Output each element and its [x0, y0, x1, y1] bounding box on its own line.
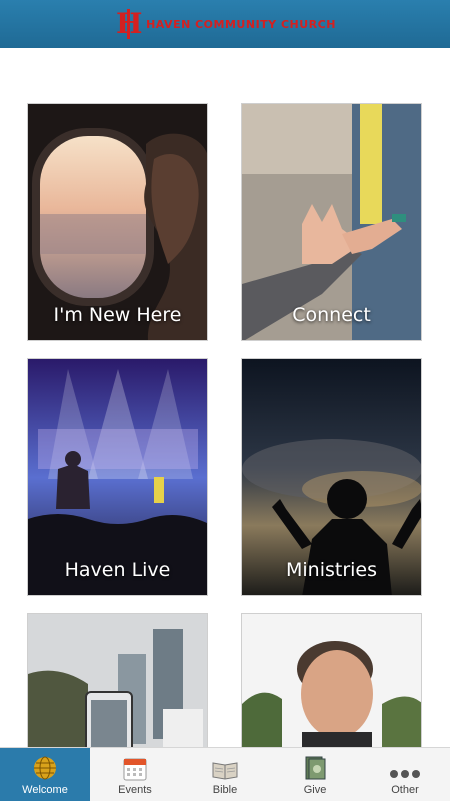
- church-logo: H HAVEN COMMUNITY CHURCH: [114, 7, 336, 41]
- logo-mark-icon: H: [116, 7, 142, 40]
- tab-give[interactable]: Give: [270, 748, 360, 801]
- pastor-photo: [242, 614, 421, 752]
- church-name: HAVEN COMMUNITY CHURCH: [146, 17, 336, 31]
- globe-icon: [34, 756, 56, 780]
- phone-photo: [28, 614, 207, 752]
- bottom-tab-bar: Welcome Events Bible Give Other: [0, 747, 450, 801]
- tab-welcome[interactable]: Welcome: [0, 748, 90, 801]
- tile-label: Ministries: [285, 559, 378, 581]
- tile-pastor[interactable]: [241, 613, 422, 753]
- tile-label: Connect: [292, 304, 371, 326]
- more-icon: [390, 770, 420, 778]
- tab-label: Other: [391, 784, 419, 796]
- tile-ministries[interactable]: Ministries: [241, 358, 422, 596]
- tab-label: Bible: [212, 784, 238, 796]
- tile-phone[interactable]: [27, 613, 208, 753]
- tab-bible[interactable]: Bible: [180, 748, 270, 801]
- tile-connect[interactable]: Connect: [241, 103, 422, 341]
- tile-new-here[interactable]: I'm New Here: [27, 103, 208, 341]
- tab-other[interactable]: Other: [360, 748, 450, 801]
- tab-label: Events: [118, 784, 152, 796]
- tab-label: Welcome: [22, 784, 68, 796]
- calendar-icon: [123, 758, 147, 781]
- app-header: H HAVEN COMMUNITY CHURCH: [0, 0, 450, 48]
- tab-label: Give: [303, 784, 327, 796]
- tile-label: I'm New Here: [53, 304, 182, 326]
- tile-label: Haven Live: [64, 559, 171, 581]
- book-icon: [212, 762, 238, 780]
- tile-haven-live[interactable]: Haven Live: [27, 358, 208, 596]
- tab-events[interactable]: Events: [90, 748, 180, 801]
- money-icon: [305, 756, 326, 780]
